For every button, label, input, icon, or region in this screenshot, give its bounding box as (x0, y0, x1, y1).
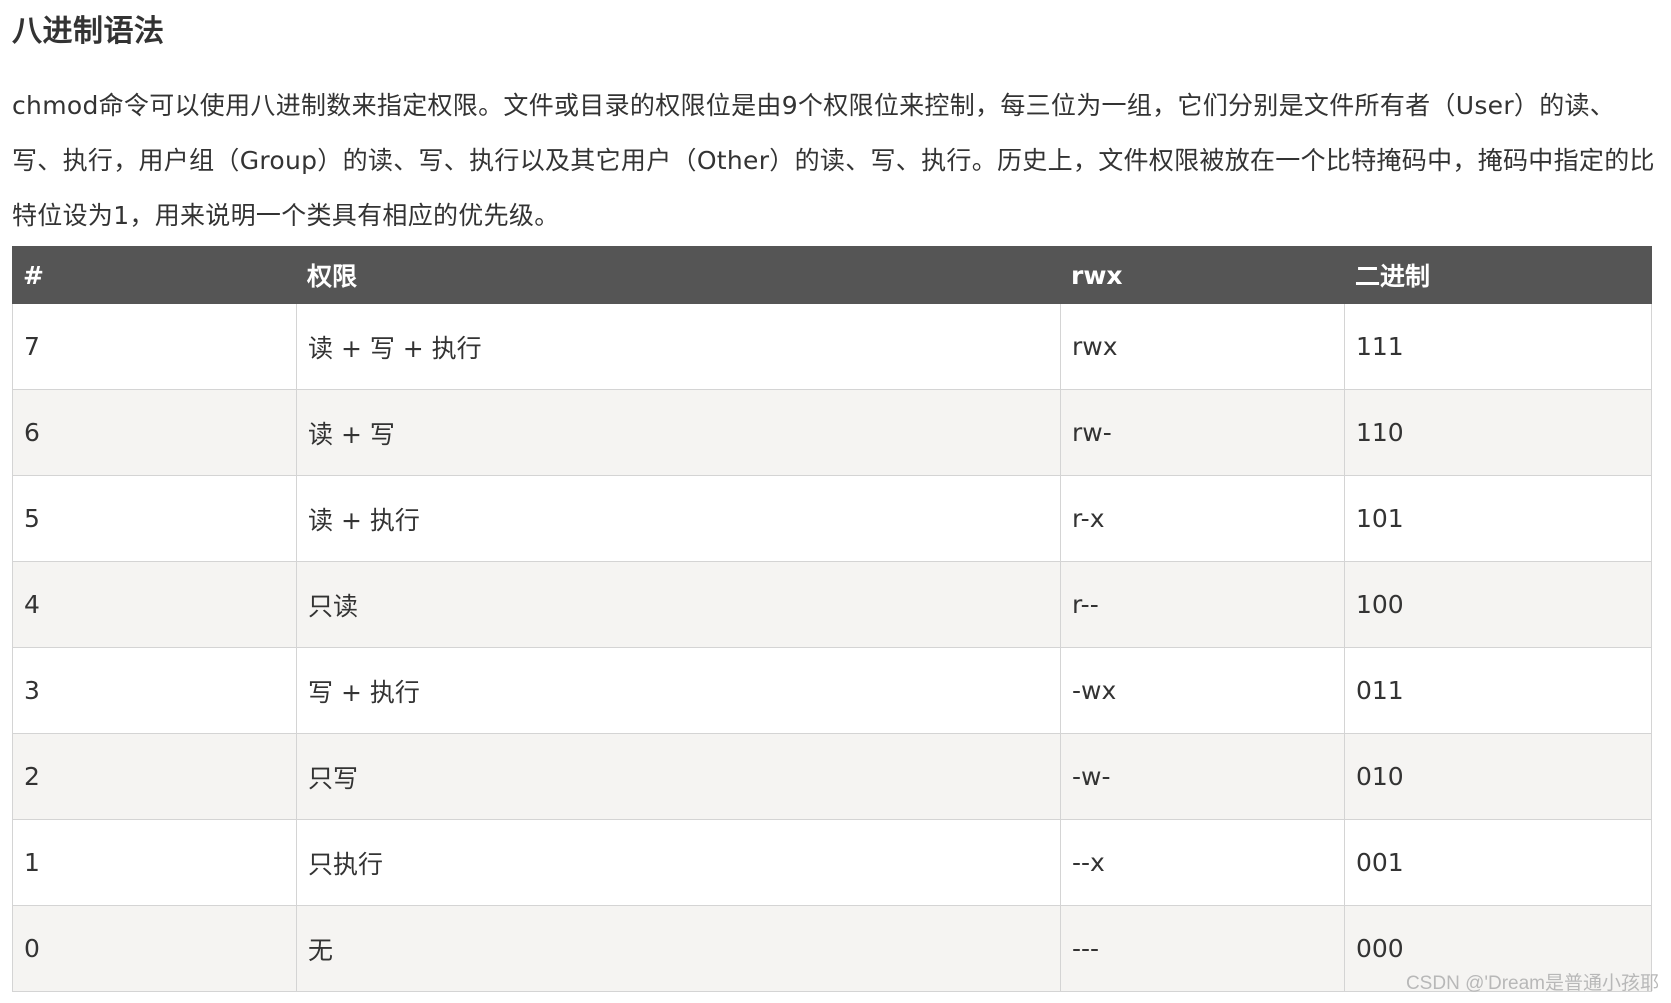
cell-binary: 111 (1344, 303, 1652, 390)
cell-permission: 写 + 执行 (296, 647, 1061, 734)
table-header-row: # 权限 rwx 二进制 (12, 246, 1652, 304)
cell-binary: 001 (1344, 819, 1652, 906)
cell-number: 0 (12, 905, 297, 992)
cell-number: 1 (12, 819, 297, 906)
section-heading: 八进制语法 (12, 14, 165, 49)
cell-permission: 只执行 (296, 819, 1061, 906)
cell-binary: 011 (1344, 647, 1652, 734)
permission-table: # 权限 rwx 二进制 7 读 + 写 + 执行 rwx 111 6 读 + … (12, 246, 1652, 992)
cell-permission: 读 + 写 (296, 389, 1061, 476)
table-row: 3 写 + 执行 -wx 011 (12, 647, 1652, 734)
cell-rwx: -w- (1060, 733, 1345, 820)
table-row: 1 只执行 --x 001 (12, 819, 1652, 906)
table-row: 7 读 + 写 + 执行 rwx 111 (12, 303, 1652, 390)
cell-number: 7 (12, 303, 297, 390)
header-number: # (12, 246, 297, 304)
cell-number: 2 (12, 733, 297, 820)
header-permission: 权限 (296, 246, 1061, 304)
table-row: 4 只读 r-- 100 (12, 561, 1652, 648)
table-row: 2 只写 -w- 010 (12, 733, 1652, 820)
cell-permission: 只读 (296, 561, 1061, 648)
cell-rwx: -wx (1060, 647, 1345, 734)
cell-binary: 110 (1344, 389, 1652, 476)
table-row: 6 读 + 写 rw- 110 (12, 389, 1652, 476)
intro-paragraph: chmod命令可以使用八进制数来指定权限。文件或目录的权限位是由9个权限位来控制… (12, 91, 1655, 230)
cell-permission: 无 (296, 905, 1061, 992)
cell-number: 6 (12, 389, 297, 476)
cell-binary: 010 (1344, 733, 1652, 820)
cell-permission: 读 + 执行 (296, 475, 1061, 562)
table-row: 5 读 + 执行 r-x 101 (12, 475, 1652, 562)
cell-number: 3 (12, 647, 297, 734)
header-rwx: rwx (1060, 246, 1345, 304)
cell-permission: 只写 (296, 733, 1061, 820)
cell-permission: 读 + 写 + 执行 (296, 303, 1061, 390)
cell-rwx: r-x (1060, 475, 1345, 562)
cell-rwx: rw- (1060, 389, 1345, 476)
csdn-watermark: CSDN @'Dream是普通小孩耶 (1405, 973, 1659, 994)
cell-number: 4 (12, 561, 297, 648)
cell-rwx: r-- (1060, 561, 1345, 648)
cell-rwx: --x (1060, 819, 1345, 906)
header-binary: 二进制 (1344, 246, 1652, 304)
cell-number: 5 (12, 475, 297, 562)
cell-binary: 100 (1344, 561, 1652, 648)
cell-rwx: rwx (1060, 303, 1345, 390)
article-content: 八进制语法 chmod命令可以使用八进制数来指定权限。文件或目录的权限位是由9个… (12, 0, 1655, 243)
cell-rwx: --- (1060, 905, 1345, 992)
cell-binary: 101 (1344, 475, 1652, 562)
